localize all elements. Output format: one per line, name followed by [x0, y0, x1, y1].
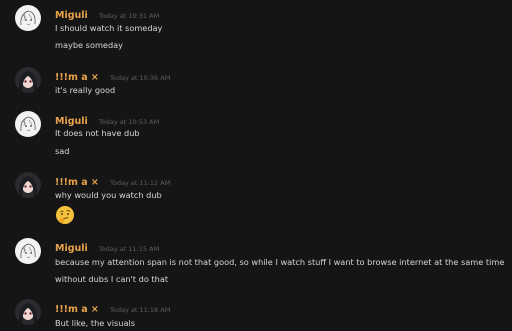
- timestamp: Today at 10:53 AM: [98, 117, 160, 126]
- username[interactable]: !!!m a ×: [55, 304, 99, 315]
- anime-girl-avatar-icon: [15, 172, 41, 198]
- avatar[interactable]: [15, 172, 41, 198]
- sketch-avatar-icon: [15, 111, 41, 137]
- message-header: !!!m a × Today at 11:12 AM: [55, 172, 170, 188]
- thinking-face-icon[interactable]: [55, 205, 75, 229]
- timestamp: Today at 10:31 AM: [98, 11, 160, 20]
- username[interactable]: !!!m a ×: [55, 72, 99, 83]
- message-text: it's really good: [55, 85, 116, 95]
- message-header: Miguli Today at 11:15 AM: [55, 238, 159, 254]
- anime-girl-avatar-icon: [15, 299, 41, 325]
- message-text: without dubs I can't do that: [55, 274, 169, 284]
- message-text: maybe someday: [55, 40, 124, 50]
- message-text: because my attention span is not that go…: [55, 257, 505, 267]
- avatar[interactable]: [15, 67, 41, 93]
- message-header: !!!m a × Today at 11:18 AM: [55, 299, 170, 315]
- message-text: I should watch it someday: [55, 23, 163, 33]
- timestamp: Today at 11:15 AM: [98, 244, 160, 253]
- username[interactable]: Miguli: [55, 10, 88, 21]
- avatar[interactable]: [15, 299, 41, 325]
- avatar[interactable]: [15, 111, 41, 137]
- message-header: !!!m a × Today at 10:36 AM: [55, 67, 170, 83]
- message-text: But like, the visuals: [55, 318, 136, 328]
- avatar[interactable]: [15, 5, 41, 31]
- sketch-avatar-icon: [15, 238, 41, 264]
- timestamp: Today at 10:36 AM: [109, 73, 171, 82]
- message-header: Miguli Today at 10:53 AM: [55, 111, 159, 127]
- username[interactable]: !!!m a ×: [55, 177, 99, 188]
- chat-log: Miguli Today at 10:31 AM I should watch …: [0, 0, 512, 331]
- sketch-avatar-icon: [15, 5, 41, 31]
- message-header: Miguli Today at 10:31 AM: [55, 5, 159, 21]
- message-text: why would you watch dub: [55, 190, 162, 200]
- timestamp: Today at 11:18 AM: [109, 305, 171, 314]
- message-text: It does not have dub: [55, 128, 140, 138]
- message-text: sad: [55, 146, 70, 156]
- username[interactable]: Miguli: [55, 243, 88, 254]
- timestamp: Today at 11:12 AM: [109, 178, 171, 187]
- username[interactable]: Miguli: [55, 116, 88, 127]
- anime-girl-avatar-icon: [15, 67, 41, 93]
- avatar[interactable]: [15, 238, 41, 264]
